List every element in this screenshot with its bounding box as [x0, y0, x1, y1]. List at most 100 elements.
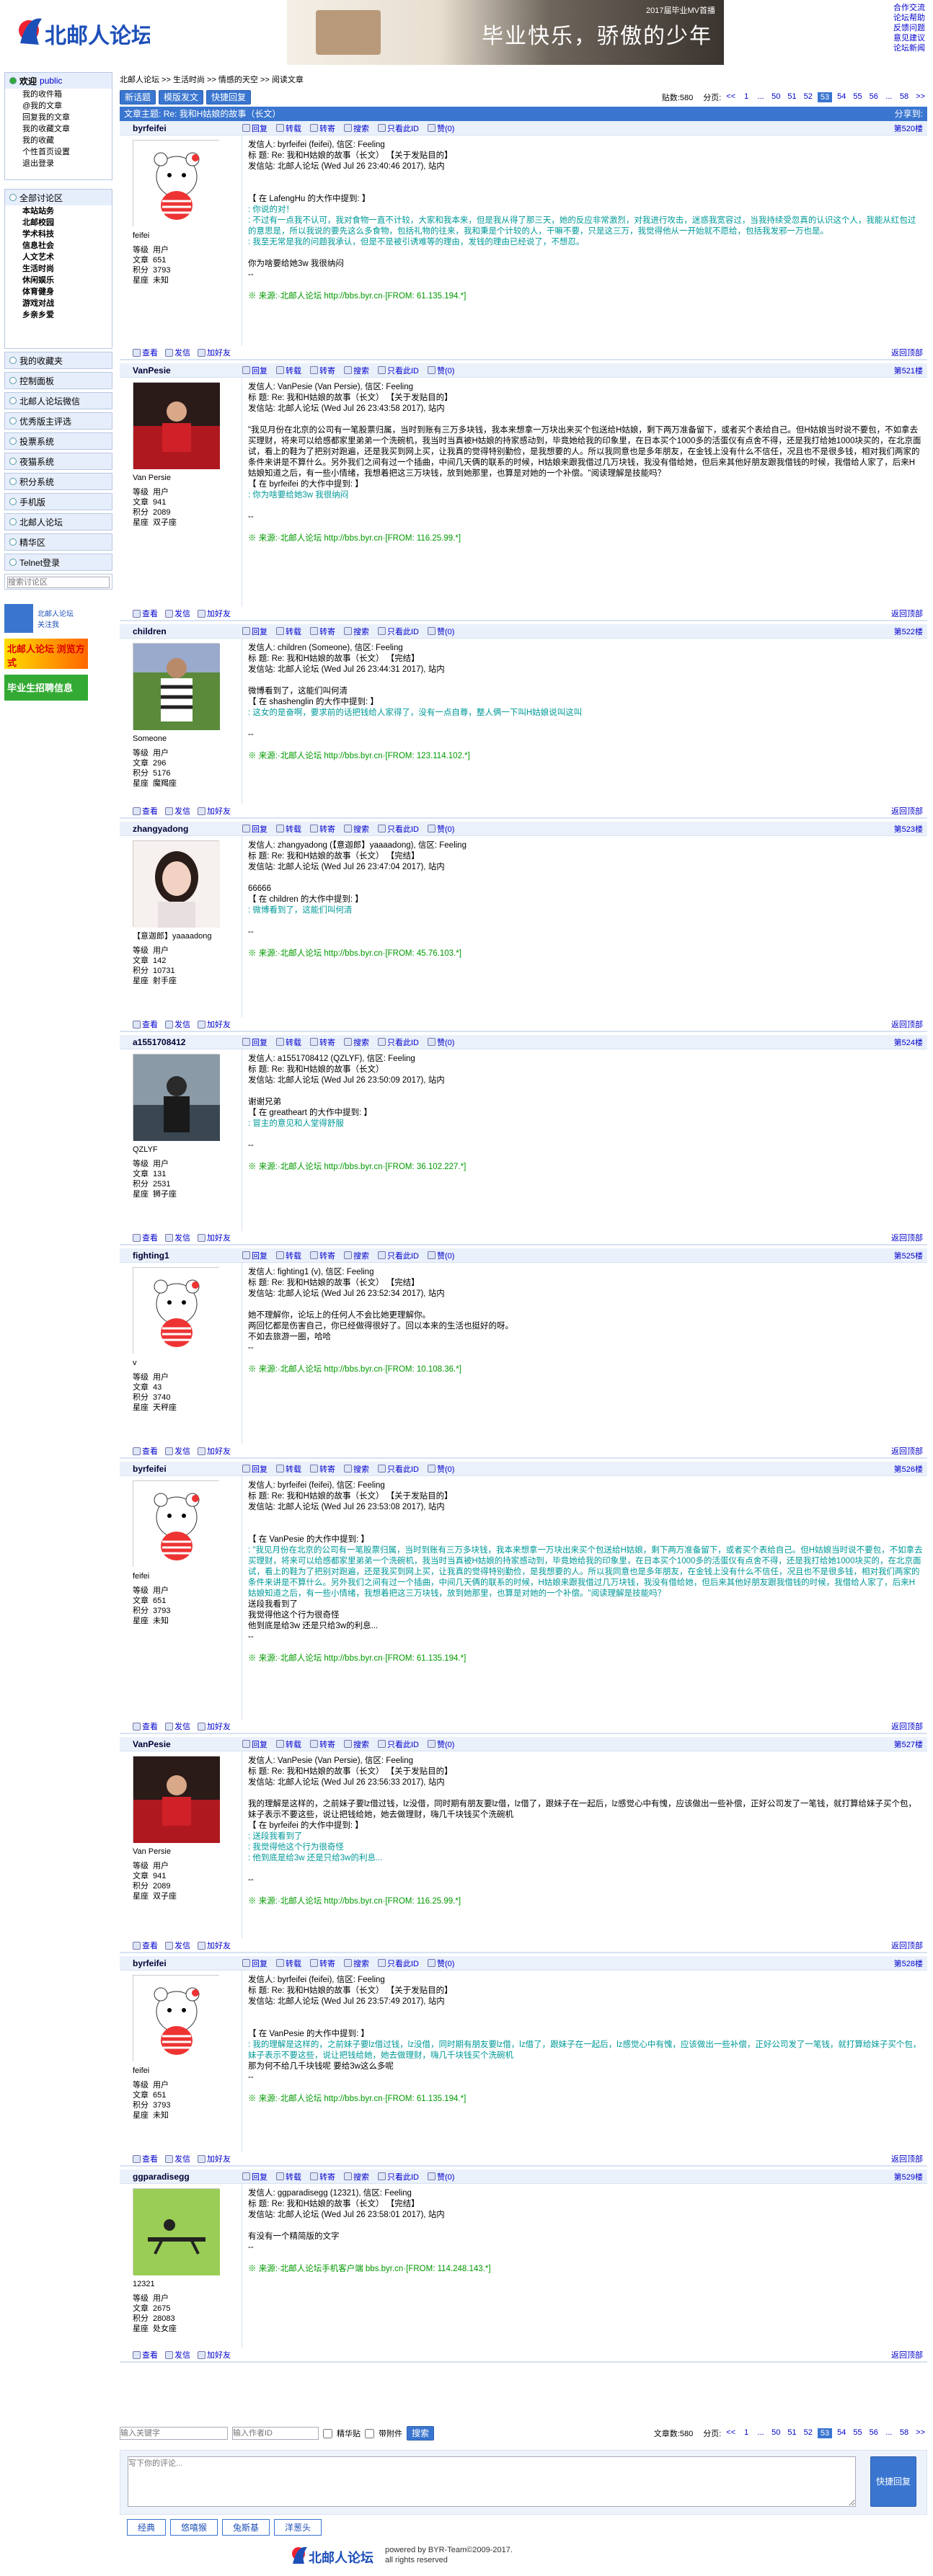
- post-footer-view[interactable]: 查看: [133, 2349, 158, 2360]
- sidebar-menu[interactable]: 精华区: [4, 533, 112, 551]
- section-item[interactable]: 生活时尚: [5, 263, 112, 275]
- sidebar-menu-header[interactable]: 投票系统: [5, 433, 112, 449]
- post-floor[interactable]: 第521楼: [894, 365, 927, 376]
- post-footer-mail[interactable]: 发信: [165, 347, 190, 358]
- post-action-reply[interactable]: 回复: [242, 1738, 267, 1750]
- post-action-reply[interactable]: 回复: [242, 1958, 267, 1969]
- avatar[interactable]: [133, 1267, 220, 1354]
- top-link[interactable]: 合作交流: [893, 3, 931, 13]
- page-link[interactable]: 58: [898, 2428, 911, 2438]
- emoticon-tab[interactable]: 洋葱头: [274, 2519, 322, 2536]
- post-author[interactable]: byrfeifei: [120, 1464, 242, 1474]
- post-footer-friend[interactable]: 加好友: [198, 1445, 231, 1457]
- sections-header[interactable]: 全部讨论区: [5, 190, 112, 205]
- user-link-item[interactable]: @我的文章: [5, 100, 112, 112]
- post-action-atme[interactable]: 只看此ID: [378, 123, 419, 134]
- user-link-item[interactable]: 退出登录: [5, 158, 112, 169]
- sidebar-menu-header[interactable]: Telnet登录: [5, 554, 112, 570]
- user-link-item[interactable]: 回复我的文章: [5, 112, 112, 123]
- post-author[interactable]: byrfeifei: [120, 123, 242, 133]
- post-action-forward[interactable]: 转载: [276, 365, 301, 376]
- submit-reply-button[interactable]: 快捷回复: [870, 2456, 916, 2507]
- quick-reply-button[interactable]: 快捷回复: [206, 89, 252, 105]
- post-action-like[interactable]: 赞(0): [428, 626, 454, 637]
- back-to-top-link[interactable]: 返回顶部: [891, 1445, 927, 1457]
- back-to-top-link[interactable]: 返回顶部: [891, 347, 927, 358]
- page-link[interactable]: 56: [867, 92, 880, 102]
- page-link[interactable]: 58: [898, 92, 911, 102]
- post-action-atme[interactable]: 只看此ID: [378, 1250, 419, 1261]
- attachment-checkbox[interactable]: [365, 2428, 374, 2438]
- post-action-reply[interactable]: 回复: [242, 1250, 267, 1261]
- page-link[interactable]: 1: [740, 92, 752, 102]
- post-action-atme[interactable]: 只看此ID: [378, 626, 419, 637]
- post-floor[interactable]: 第526楼: [894, 1463, 927, 1475]
- post-action-forward[interactable]: 转载: [276, 123, 301, 134]
- page-link[interactable]: 55: [851, 92, 864, 102]
- avatar[interactable]: [133, 1975, 220, 2062]
- sidebar-menu[interactable]: 积分系统: [4, 473, 112, 490]
- post-footer-friend[interactable]: 加好友: [198, 2349, 231, 2360]
- post-action-like[interactable]: 赞(0): [428, 365, 454, 376]
- post-action-like[interactable]: 赞(0): [428, 1958, 454, 1969]
- sidebar-menu[interactable]: 我的收藏夹: [4, 352, 112, 369]
- page-link[interactable]: 50: [769, 92, 782, 102]
- post-footer-friend[interactable]: 加好友: [198, 608, 231, 619]
- section-item[interactable]: 本站站务: [5, 205, 112, 217]
- user-link-item[interactable]: 我的收件箱: [5, 89, 112, 100]
- post-action-cross[interactable]: 转寄: [310, 1036, 335, 1048]
- post-footer-mail[interactable]: 发信: [165, 2153, 190, 2164]
- post-author[interactable]: fighting1: [120, 1251, 242, 1261]
- post-action-reply[interactable]: 回复: [242, 2171, 267, 2182]
- post-action-cross[interactable]: 转寄: [310, 2171, 335, 2182]
- page-link[interactable]: 52: [802, 92, 815, 102]
- post-action-forward[interactable]: 转载: [276, 1463, 301, 1475]
- emoticon-tab[interactable]: 兔斯基: [222, 2519, 270, 2536]
- sidebar-menu-header[interactable]: 我的收藏夹: [5, 352, 112, 368]
- page-link[interactable]: 51: [785, 92, 798, 102]
- page-link[interactable]: 55: [851, 2428, 864, 2438]
- top-link[interactable]: 论坛帮助: [893, 13, 931, 23]
- post-action-cross[interactable]: 转寄: [310, 1250, 335, 1261]
- post-action-atme[interactable]: 只看此ID: [378, 1958, 419, 1969]
- page-link[interactable]: <<: [724, 2428, 738, 2438]
- post-action-cross[interactable]: 转寄: [310, 1958, 335, 1969]
- post-action-like[interactable]: 赞(0): [428, 1036, 454, 1048]
- post-footer-mail[interactable]: 发信: [165, 1018, 190, 1030]
- post-action-cross[interactable]: 转寄: [310, 365, 335, 376]
- post-floor[interactable]: 第522楼: [894, 626, 927, 637]
- post-footer-view[interactable]: 查看: [133, 1720, 158, 1732]
- user-link[interactable]: public: [40, 76, 62, 86]
- back-to-top-link[interactable]: 返回顶部: [891, 2349, 927, 2360]
- sidebar-menu[interactable]: 控制面板: [4, 372, 112, 389]
- avatar[interactable]: [133, 382, 220, 469]
- post-action-forward[interactable]: 转载: [276, 823, 301, 835]
- post-footer-mail[interactable]: 发信: [165, 1720, 190, 1732]
- post-action-search[interactable]: 搜索: [344, 626, 369, 637]
- search-button[interactable]: 搜索: [407, 2426, 435, 2440]
- promo-follow[interactable]: 北邮人论坛 关注我: [4, 604, 112, 633]
- post-action-like[interactable]: 赞(0): [428, 2171, 454, 2182]
- author-id-input[interactable]: [232, 2427, 319, 2440]
- post-author[interactable]: VanPesie: [120, 1739, 242, 1749]
- post-action-like[interactable]: 赞(0): [428, 1463, 454, 1475]
- top-link[interactable]: 反馈问题: [893, 23, 931, 33]
- top-link[interactable]: 意见建议: [893, 33, 931, 43]
- page-link[interactable]: >>: [914, 92, 927, 102]
- page-link[interactable]: >>: [914, 2428, 927, 2438]
- post-footer-friend[interactable]: 加好友: [198, 805, 231, 817]
- post-footer-view[interactable]: 查看: [133, 805, 158, 817]
- back-to-top-link[interactable]: 返回顶部: [891, 1720, 927, 1732]
- template-post-button[interactable]: 模版发文: [159, 89, 204, 105]
- post-action-reply[interactable]: 回复: [242, 626, 267, 637]
- post-floor[interactable]: 第520楼: [894, 123, 927, 134]
- avatar[interactable]: [133, 2188, 220, 2275]
- post-footer-mail[interactable]: 发信: [165, 1940, 190, 1951]
- section-item[interactable]: 学术科技: [5, 228, 112, 240]
- post-action-reply[interactable]: 回复: [242, 823, 267, 835]
- post-footer-mail[interactable]: 发信: [165, 2349, 190, 2360]
- post-action-search[interactable]: 搜索: [344, 1463, 369, 1475]
- promo-browse[interactable]: 北邮人论坛 浏览方式: [4, 639, 88, 669]
- sidebar-menu[interactable]: 手机版: [4, 493, 112, 510]
- post-action-cross[interactable]: 转寄: [310, 626, 335, 637]
